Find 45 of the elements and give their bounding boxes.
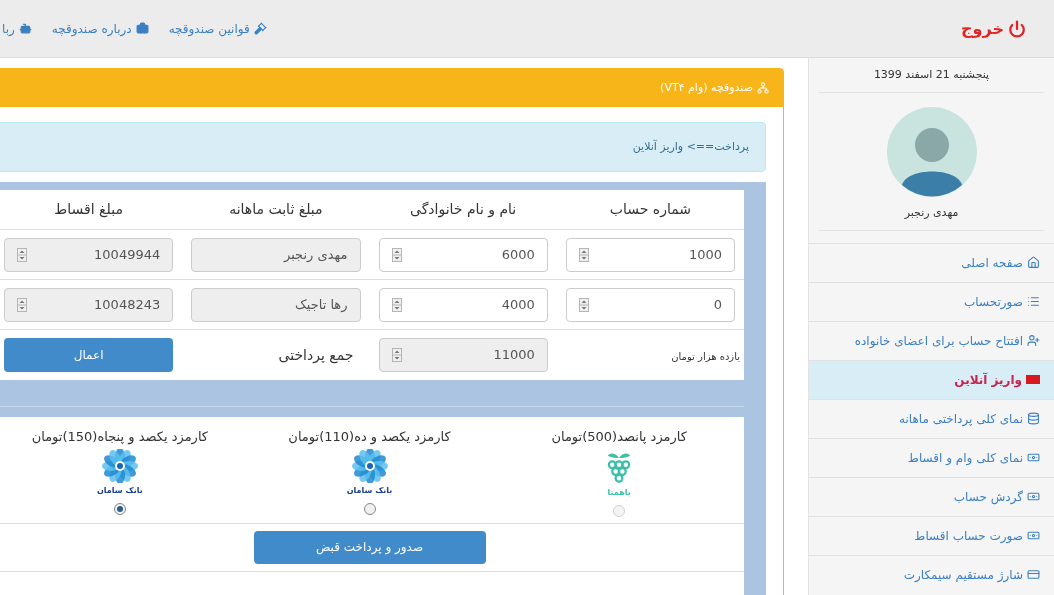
sidebar-item[interactable]: گردش حساب: [809, 476, 1054, 516]
nav-link[interactable]: ربا: [2, 19, 32, 38]
sidebar-item[interactable]: صفحه اصلی: [809, 242, 1054, 282]
sidebar-item[interactable]: صورت حساب اقساط: [809, 515, 1054, 555]
stepper-icon[interactable]: [391, 247, 402, 262]
stepper-icon[interactable]: [578, 297, 589, 312]
nav-link[interactable]: درباره صندوقچه: [51, 19, 149, 38]
nav-link[interactable]: قوانین صندوقچه: [168, 19, 267, 38]
sitemap-icon: [757, 82, 769, 94]
logout-link[interactable]: خروج: [961, 16, 1026, 41]
logo-caption: بانک سامان: [97, 484, 143, 497]
fee-label: کارمزد یکصد و ده(110)تومان: [288, 428, 451, 447]
input-field[interactable]: 1000: [565, 237, 735, 272]
total-in-words: یازده هزار تومان: [671, 351, 740, 362]
input-field[interactable]: 4000: [378, 287, 548, 322]
input-field[interactable]: 6000: [378, 237, 548, 272]
briefcase-icon: [135, 22, 149, 35]
column-header: مبلغ ثابت ماهانه: [229, 200, 323, 220]
radio-button[interactable]: [363, 502, 376, 515]
stepper-icon[interactable]: [578, 247, 589, 262]
sidebar-item[interactable]: صورتحساب: [809, 281, 1054, 321]
logo-caption: باهمتا: [607, 486, 631, 499]
sidebar-item[interactable]: واریز آنلاین: [809, 359, 1054, 399]
total-label: جمع پرداختی: [278, 347, 354, 363]
sidebar-item[interactable]: افتتاح حساب برای اعضای خانواده: [809, 320, 1054, 360]
column-header: شماره حساب: [609, 200, 691, 220]
column-header: نام و نام خانوادگی: [410, 200, 517, 220]
stepper-icon[interactable]: [391, 297, 402, 312]
logo-caption: بانک سامان: [346, 484, 393, 497]
panel-title: صندوقچه (وام VT۴): [660, 79, 753, 96]
input-field[interactable]: 0: [565, 287, 735, 322]
radio-button[interactable]: [113, 502, 126, 515]
fee-label: کارمزد یکصد و پنجاه(150)تومان: [31, 428, 209, 447]
user-name: مهدی رنجبر: [904, 205, 959, 221]
sidebar-item[interactable]: نمای کلی وام و اقساط: [809, 437, 1054, 477]
card-icon: [1026, 375, 1040, 384]
column-header: مبلغ اقساط: [54, 200, 123, 220]
gavel-icon: [253, 22, 267, 35]
sidebar-item[interactable]: شارژ مستقیم سیمکارت: [809, 554, 1054, 594]
submit-button[interactable]: صدور و پرداخت قبض: [253, 530, 486, 564]
fee-label: کارمزد پانصد(500)تومان: [551, 428, 687, 447]
power-icon: [1008, 19, 1026, 38]
breadcrumb-text: پرداخت==> واریز آنلاین: [632, 138, 749, 155]
sidebar-item[interactable]: نمای کلی پرداختی ماهانه: [809, 398, 1054, 438]
date-text: پنجشنبه 21 اسفند 1399: [873, 66, 990, 83]
